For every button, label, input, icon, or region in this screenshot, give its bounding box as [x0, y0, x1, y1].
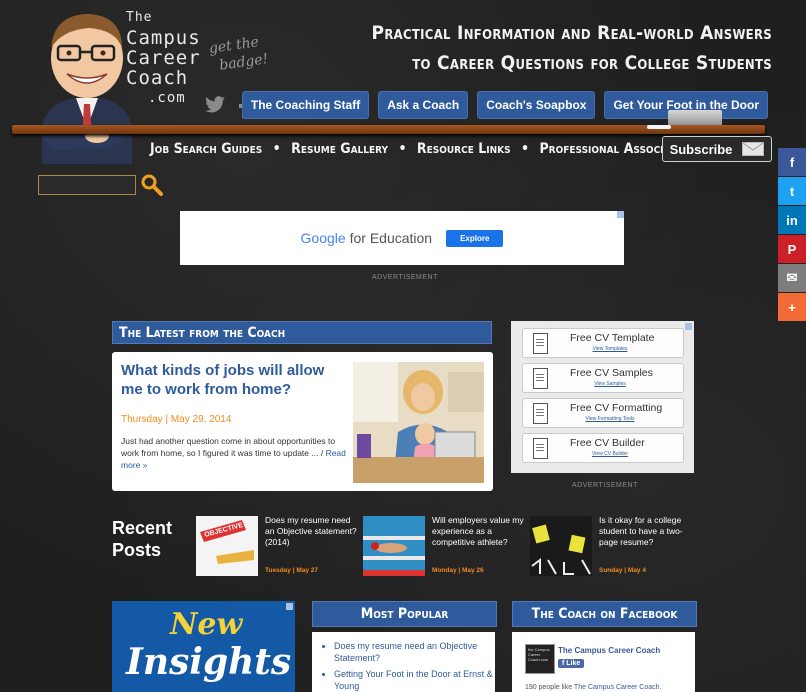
cv-ad-title: Free CV Samples [570, 367, 653, 379]
recent-post-thumbnail[interactable] [530, 516, 592, 576]
recent-post-date: Tuesday | May 27 [265, 567, 318, 574]
share-more-icon[interactable]: + [778, 293, 806, 321]
adchoices-icon[interactable] [286, 603, 293, 610]
facebook-page-name[interactable]: The Campus Career Coach [558, 646, 660, 655]
recent-title-1: Recent [112, 518, 173, 538]
cv-ad-item[interactable]: Free CV Builder View CV Builder [522, 433, 684, 463]
recent-post-thumbnail[interactable] [363, 516, 425, 576]
subnav-resource-links[interactable]: Resource Links [417, 141, 511, 157]
cv-ad-sub[interactable]: View CV Builder [570, 451, 650, 457]
latest-post-card: What kinds of jobs will allow me to work… [112, 352, 493, 491]
adchoices-icon[interactable] [617, 211, 624, 218]
logo-line-campus: Campus [126, 27, 201, 49]
recent-post-date: Monday | May 26 [432, 567, 484, 574]
subscribe-button[interactable]: Subscribe [662, 136, 772, 162]
search-input[interactable] [38, 175, 136, 195]
ad-headline-new: New [170, 607, 243, 642]
advertisement-label: ADVERTISEMENT [572, 482, 638, 489]
subnav-resume-gallery[interactable]: Resume Gallery [291, 141, 388, 157]
tagline-line-1: Practical Information and Real-world Ans… [371, 22, 772, 44]
latest-post-excerpt: Just had another question come in about … [121, 435, 346, 471]
subnav-separator: • [521, 141, 530, 157]
recent-post-title[interactable]: Is it okay for a college student to have… [599, 515, 691, 548]
share-twitter-icon[interactable]: t [778, 177, 806, 205]
subnav-separator: • [272, 141, 281, 157]
recent-post-date: Sunday | May 4 [599, 567, 646, 574]
site-tagline: Practical Information and Real-world Ans… [372, 18, 772, 78]
cv-ad-title: Free CV Formatting [570, 402, 663, 414]
cv-ad-title: Free CV Template [570, 332, 655, 344]
recent-post-thumbnail[interactable]: OBJECTIVE [196, 516, 258, 576]
document-icon [533, 438, 548, 459]
tagline-line-2: to Career Questions for College Students [412, 52, 772, 74]
new-insights-advertisement[interactable]: New Insights [112, 601, 295, 692]
advertisement-label: ADVERTISEMENT [372, 274, 438, 281]
latest-post-title[interactable]: What kinds of jobs will allow me to work… [121, 361, 346, 399]
share-sidebar: f t in P ✉ + [778, 148, 806, 322]
envelope-icon [742, 142, 765, 156]
cv-ad-title: Free CV Builder [570, 437, 645, 449]
google-wordmark: Google [300, 230, 346, 246]
facebook-likes-link[interactable]: The Campus Career Coach. [574, 684, 662, 691]
document-icon [533, 403, 548, 424]
chalk-decoration [647, 125, 671, 129]
search-icon[interactable] [141, 174, 163, 196]
document-icon [533, 333, 548, 354]
facebook-widget: the Campus Career Coach.com The Campus C… [512, 632, 695, 692]
latest-post-photo[interactable] [353, 362, 484, 483]
popular-item[interactable]: Does my resume need an Objective Stateme… [334, 640, 495, 664]
facebook-like-count: 190 people like The Campus Career Coach. [525, 684, 661, 691]
cv-ad-sub[interactable]: View Samples [570, 381, 650, 387]
logo-line-the: The [126, 10, 153, 25]
cv-ad-item[interactable]: Free CV Samples View Samples [522, 363, 684, 393]
cv-advertisement: Free CV Template View Templates Free CV S… [511, 321, 694, 473]
document-icon [533, 368, 548, 389]
popular-item[interactable]: Getting Your Foot in the Door at Ernst &… [334, 668, 495, 692]
twitter-icon[interactable] [204, 96, 226, 114]
facebook-page-thumbnail[interactable]: the Campus Career Coach.com [525, 644, 555, 674]
nav-ask-a-coach[interactable]: Ask a Coach [378, 91, 469, 119]
most-popular-header: Most Popular [312, 601, 497, 627]
site-logo[interactable]: The Campus Career Coach .com [126, 8, 201, 108]
explore-button[interactable]: Explore [446, 229, 504, 247]
cv-ad-item[interactable]: Free CV Formatting View Formatting Tools [522, 398, 684, 428]
excerpt-text: Just had another question come in about … [121, 436, 336, 458]
facebook-section-header: The Coach on Facebook [512, 601, 697, 627]
google-for-education-logo: Google for Education [301, 230, 433, 246]
facebook-like-label: Like [566, 660, 581, 667]
cv-ad-item[interactable]: Free CV Template View Templates [522, 328, 684, 358]
logo-line-career: Career [126, 47, 201, 69]
share-email-icon[interactable]: ✉ [778, 264, 806, 292]
adchoices-icon[interactable] [685, 323, 692, 330]
facebook-likes-prefix: 190 people like [525, 684, 574, 691]
subscribe-label: Subscribe [669, 141, 733, 157]
top-advertisement[interactable]: Google for Education Explore [180, 211, 624, 265]
recent-post-title[interactable]: Will employers value my experience as a … [432, 515, 524, 548]
recent-title-2: Posts [112, 540, 162, 560]
coach-avatar[interactable] [34, 8, 140, 164]
logo-line-coach: Coach [126, 67, 189, 89]
facebook-like-button[interactable]: f Like [558, 659, 585, 668]
subnav-separator: • [398, 141, 407, 157]
ad-headline-insights: Insights [126, 641, 292, 683]
cv-ad-sub[interactable]: View Templates [570, 346, 650, 352]
most-popular-list: Does my resume need an Objective Stateme… [312, 632, 495, 692]
recent-post-title[interactable]: Does my resume need an Objective stateme… [265, 515, 357, 548]
sub-nav: Job Search Guides • Resume Gallery • Res… [150, 141, 707, 157]
nav-coachs-soapbox[interactable]: Coach's Soapbox [477, 91, 596, 119]
nav-coaching-staff[interactable]: The Coaching Staff [241, 91, 370, 119]
share-facebook-icon[interactable]: f [778, 148, 806, 176]
subnav-job-search-guides[interactable]: Job Search Guides [150, 141, 262, 157]
latest-section-header: The Latest from the Coach [112, 321, 492, 344]
for-education-text: for Education [349, 230, 433, 246]
latest-post-date: Thursday | May 29, 2014 [121, 414, 232, 425]
cv-ad-sub[interactable]: View Formatting Tools [570, 416, 650, 422]
share-pinterest-icon[interactable]: P [778, 235, 806, 263]
thumbnail-logo-text: the Campus Career Coach.com [528, 647, 550, 662]
logo-line-com: .com [148, 90, 186, 106]
recent-posts-heading: Recent Posts [112, 517, 172, 561]
share-linkedin-icon[interactable]: in [778, 206, 806, 234]
